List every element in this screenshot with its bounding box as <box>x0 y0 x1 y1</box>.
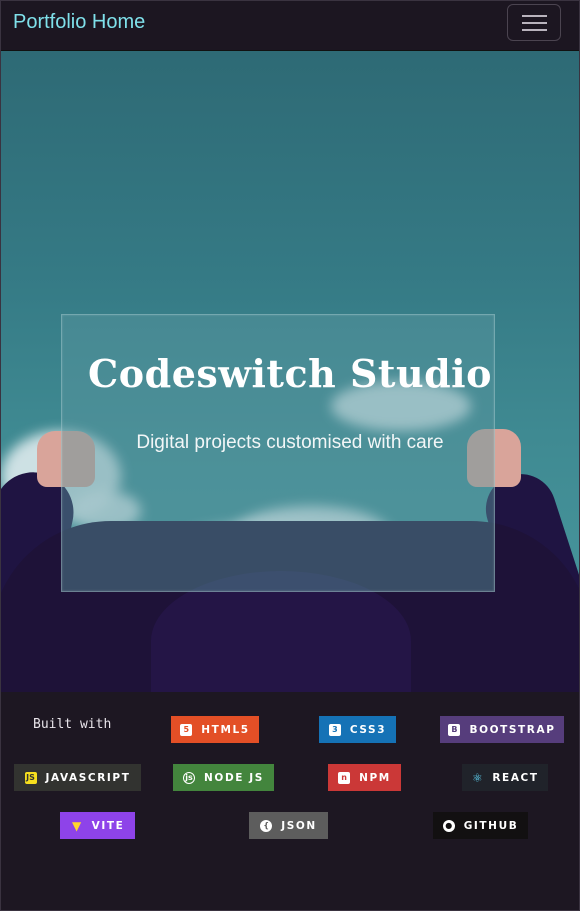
badge-nodejs: js NODE JS <box>173 764 274 791</box>
footer: Built with 5 HTML5 3 CSS3 B BOOTSTRAP JS… <box>1 692 579 910</box>
brand-link[interactable]: Portfolio Home <box>13 11 145 34</box>
hero-subtitle: Digital projects customised with care <box>136 432 444 453</box>
badge-vite: ▼ VITE <box>60 812 135 839</box>
badge-bootstrap: B BOOTSTRAP <box>440 716 564 743</box>
badge-html5: 5 HTML5 <box>171 716 259 743</box>
badge-label: NODE JS <box>204 771 264 784</box>
badge-label: NPM <box>359 771 391 784</box>
css3-icon: 3 <box>328 723 341 736</box>
badge-css3: 3 CSS3 <box>319 716 396 743</box>
badge-javascript: JS JAVASCRIPT <box>14 764 141 791</box>
html5-icon: 5 <box>180 723 193 736</box>
nodejs-icon: js <box>183 771 196 784</box>
badge-label: BOOTSTRAP <box>469 723 556 736</box>
hero-title: Codeswitch Studio <box>88 351 492 396</box>
badge-npm: n NPM <box>328 764 401 791</box>
github-icon: ● <box>442 819 455 832</box>
page-frame: Portfolio Home Codeswitch Studio Digital… <box>0 0 580 911</box>
badge-label: JSON <box>281 819 317 832</box>
built-with-label: Built with <box>33 717 112 732</box>
bootstrap-icon: B <box>448 723 461 736</box>
javascript-icon: JS <box>24 771 37 784</box>
hero-section: Codeswitch Studio Digital projects custo… <box>1 51 579 692</box>
navbar: Portfolio Home <box>1 1 579 51</box>
json-icon: { <box>260 819 273 832</box>
badge-label: HTML5 <box>201 723 250 736</box>
badge-react: ⚛ REACT <box>462 764 548 791</box>
badge-github: ● GITHUB <box>433 812 528 839</box>
badge-label: REACT <box>492 771 539 784</box>
react-icon: ⚛ <box>471 770 483 785</box>
npm-icon: n <box>338 771 351 784</box>
badge-json: { JSON <box>249 812 328 839</box>
vite-icon: ▼ <box>71 818 82 833</box>
badge-label: JAVASCRIPT <box>45 771 131 784</box>
badge-label: VITE <box>91 819 125 832</box>
navbar-toggle-button[interactable] <box>507 4 561 41</box>
badge-label: GITHUB <box>463 819 519 832</box>
badge-label: CSS3 <box>349 723 387 736</box>
